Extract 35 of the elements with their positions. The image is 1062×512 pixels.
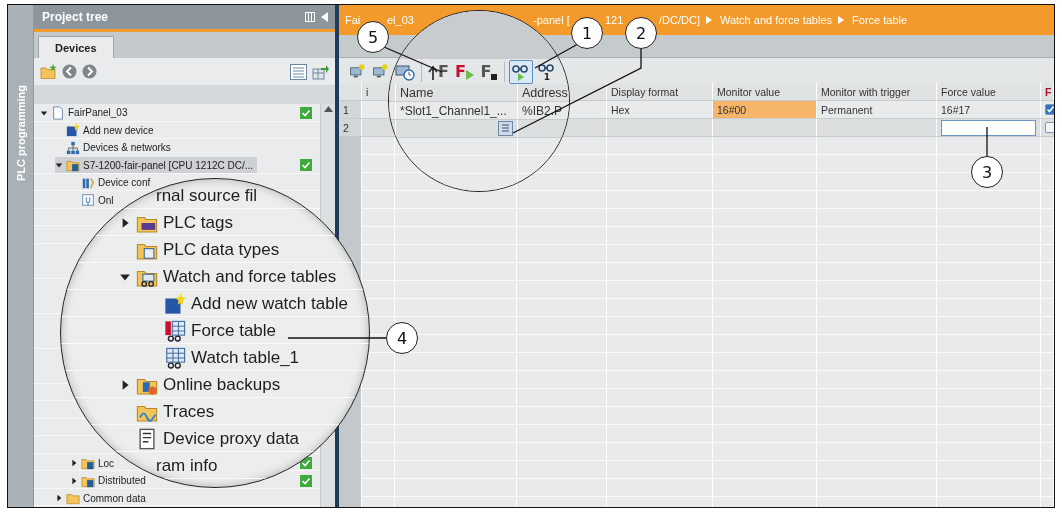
column-header: Display format <box>607 83 713 100</box>
tree-item[interactable]: Devices & networks <box>55 139 175 156</box>
tree-item[interactable]: PLC tags <box>119 211 233 234</box>
tab[interactable]: Devices <box>38 36 114 58</box>
tree-item[interactable]: ram info <box>156 455 218 476</box>
tree-item[interactable]: Common data <box>55 490 150 507</box>
table-cell: *Slot1_Channel1_... <box>400 103 507 118</box>
column-header: Force value <box>937 83 1041 100</box>
table-cell: Permanent <box>817 101 937 118</box>
row-number: 2 <box>339 119 362 136</box>
tree-item[interactable]: Device proxy data <box>119 427 300 450</box>
column-header: F <box>1041 83 1054 100</box>
tree-item[interactable]: PLC data types <box>119 238 280 261</box>
tree-item[interactable]: Add new device <box>55 122 158 139</box>
tree-item[interactable]: rnal source fil <box>156 185 258 206</box>
tree-item[interactable]: Watch and force tables <box>119 265 337 288</box>
tree-item[interactable]: Traces <box>119 400 215 423</box>
tree-item[interactable]: Force table <box>147 319 277 342</box>
tree-item[interactable]: FairPanel_03 <box>40 104 132 121</box>
play-button[interactable]: F <box>452 59 476 84</box>
column-header: Monitor value <box>713 83 817 100</box>
stop-button[interactable]: F <box>477 59 500 84</box>
row-number: 1 <box>339 101 362 118</box>
panel-title: Project tree <box>42 10 110 24</box>
glasses-button[interactable]: 1 <box>534 59 559 84</box>
tree-item[interactable]: S7-1200-fair-panel [CPU 1212C DC/... <box>55 157 258 174</box>
tree-item[interactable]: Online backups <box>119 373 281 396</box>
tree-item[interactable]: Watch table_1 <box>147 346 300 369</box>
tree-item[interactable]: Add new watch table <box>147 292 348 315</box>
column-header: Address <box>518 84 569 101</box>
table-cell: 16#17 <box>937 101 1041 118</box>
upload-button[interactable]: F <box>426 59 451 84</box>
table-cell: 16#00 <box>713 101 817 118</box>
column-header: Monitor with trigger <box>817 83 937 100</box>
column-header: Name <box>396 84 518 101</box>
